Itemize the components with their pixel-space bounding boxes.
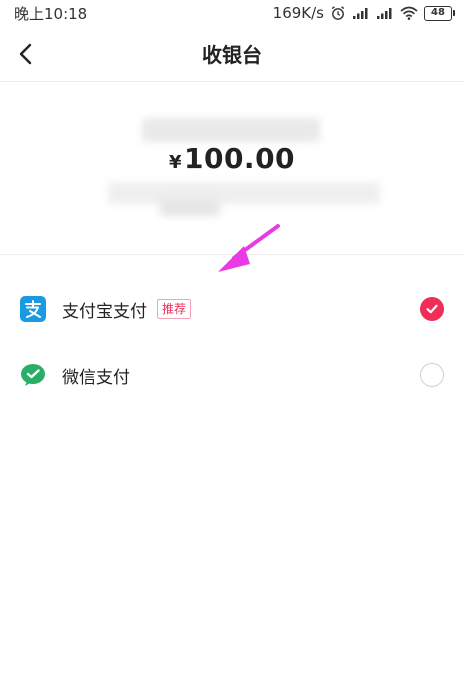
status-icons: 169K/s 48 [272,4,455,22]
check-icon [426,304,438,314]
payment-option-label: 支付宝支付 [62,301,147,322]
signal-icon [352,6,370,20]
battery-icon: 48 [424,5,455,21]
payment-option-wechat[interactable]: 微信支付 [0,344,464,406]
header: 收银台 [0,26,464,82]
checkout-page: 晚上10:18 169K/s 48 收银台 ¥100.00 支付宝支付 推荐 微… [0,0,464,692]
payment-option-label: 微信支付 [62,367,130,388]
recommended-badge: 推荐 [157,299,192,319]
network-speed: 169K/s [272,4,324,22]
wifi-icon [400,6,418,20]
amount-display: ¥100.00 [0,142,464,175]
blurred-order-description [108,182,380,204]
currency-symbol: ¥ [168,152,182,173]
page-title: 收银台 [202,43,262,67]
signal-icon [376,6,394,20]
alipay-icon [20,296,46,322]
unselected-radio[interactable] [420,363,444,387]
back-arrow-icon [19,43,32,65]
status-bar: 晚上10:18 169K/s 48 [0,0,464,26]
wechat-pay-icon [20,362,46,388]
selected-radio[interactable] [420,297,444,321]
back-button[interactable] [10,38,42,70]
blurred-order-info [142,118,320,142]
status-time: 晚上10:18 [14,4,88,23]
payment-option-alipay[interactable]: 支付宝支付 推荐 [0,278,464,340]
amount-value: 100.00 [183,142,296,175]
alarm-icon [330,5,346,21]
annotation-arrow-icon [218,224,280,272]
